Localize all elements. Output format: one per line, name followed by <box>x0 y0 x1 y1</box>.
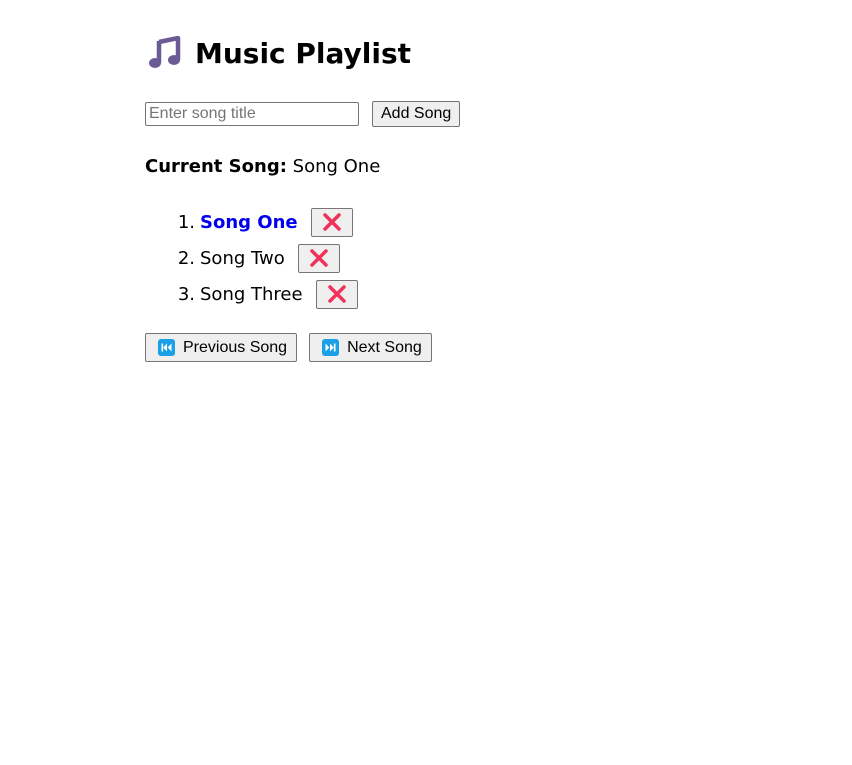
song-title[interactable]: Song Two <box>200 248 285 269</box>
current-song: Current Song: Song One <box>145 156 380 177</box>
song-number: 3. <box>177 283 195 305</box>
previous-song-button[interactable]: Previous Song <box>145 333 298 362</box>
next-track-icon <box>322 339 340 356</box>
song-title[interactable]: Song Three <box>200 284 303 305</box>
song-item: 2. Song Two <box>145 240 358 276</box>
song-title[interactable]: Song One <box>200 212 298 233</box>
song-title-input[interactable] <box>145 102 359 126</box>
musical-note-icon <box>148 35 182 70</box>
next-song-button[interactable]: Next Song <box>309 333 432 362</box>
remove-song-button[interactable] <box>310 207 353 237</box>
song-number: 2. <box>177 247 195 269</box>
current-song-label: Current Song: <box>145 156 287 177</box>
cross-mark-icon <box>310 249 328 267</box>
page-title: Music Playlist <box>195 36 412 70</box>
song-list: 1. Song One 2. Song Two 3. Song Three <box>145 204 358 312</box>
remove-song-button[interactable] <box>297 243 340 273</box>
song-item: 3. Song Three <box>145 276 358 312</box>
song-number: 1. <box>177 211 195 233</box>
cross-mark-icon <box>322 213 341 231</box>
current-song-value: Song One <box>292 156 381 177</box>
next-song-label: Next Song <box>347 338 422 356</box>
playback-controls: Previous Song Next Song <box>145 333 432 362</box>
add-song-form: Add Song <box>145 101 461 127</box>
remove-song-button[interactable] <box>315 279 358 309</box>
cross-mark-icon <box>327 285 346 303</box>
previous-song-label: Previous Song <box>183 338 288 356</box>
add-song-button[interactable]: Add Song <box>372 101 461 127</box>
previous-track-icon <box>158 339 175 356</box>
song-item: 1. Song One <box>145 204 358 240</box>
header: Music Playlist <box>145 30 745 76</box>
playlist-app: Music Playlist Add Song Current Song: So… <box>145 30 745 362</box>
